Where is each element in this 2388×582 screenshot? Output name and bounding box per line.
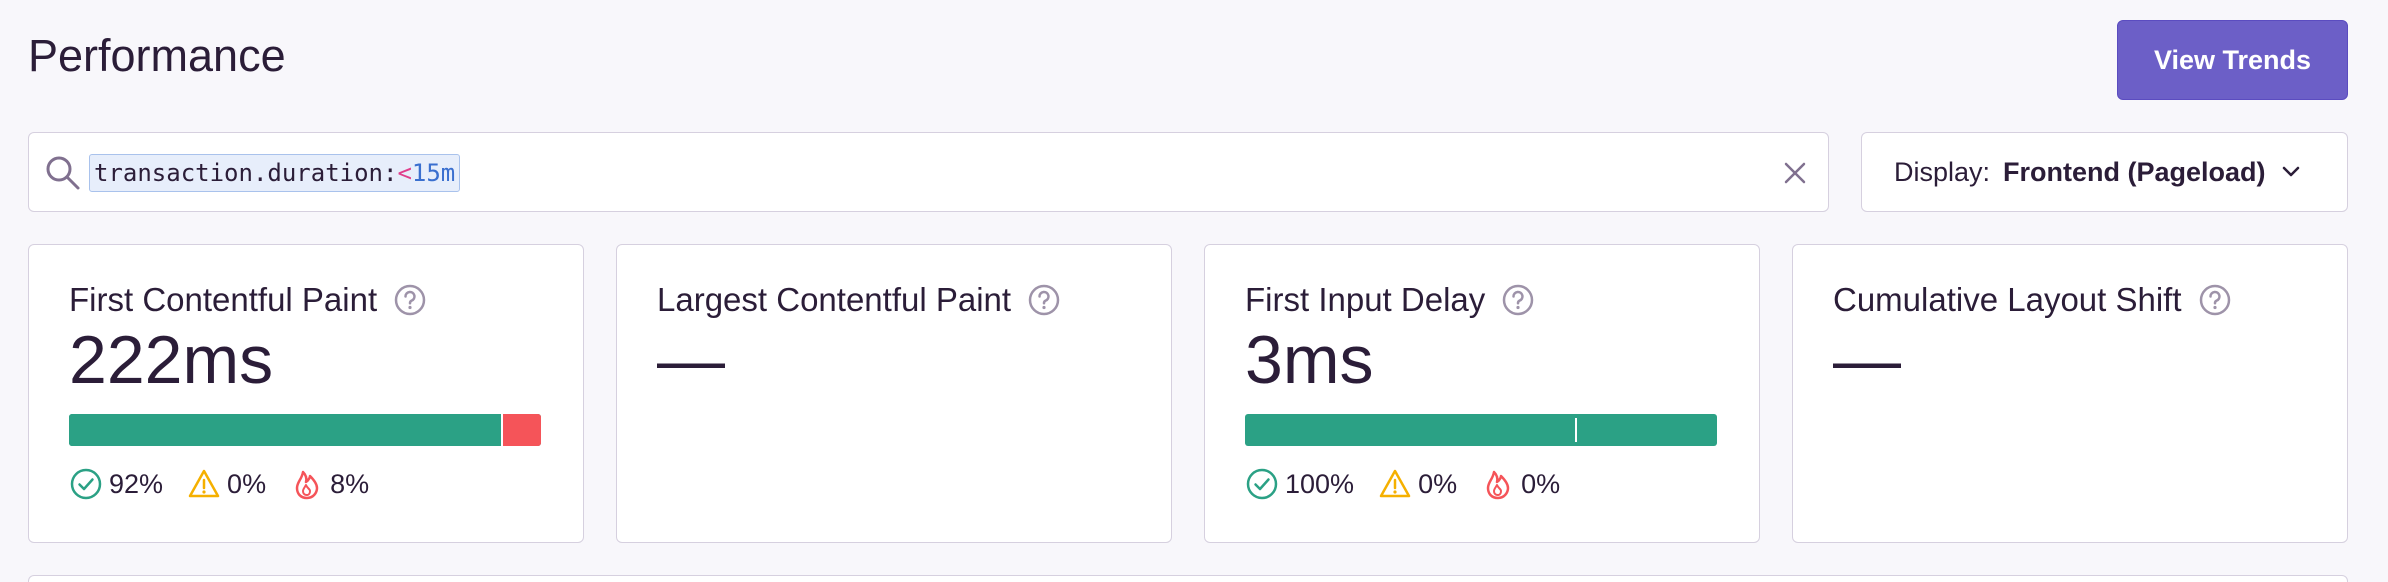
- next-panel: [28, 575, 2348, 582]
- fire-icon: [1486, 470, 1510, 500]
- distribution-bar: [1245, 414, 1717, 446]
- bar-segment-poor: [503, 414, 541, 446]
- stat-meh-value: 0%: [227, 468, 267, 499]
- question-icon[interactable]: [2198, 283, 2232, 317]
- question-icon[interactable]: [393, 283, 427, 317]
- stat-poor: 8%: [290, 467, 369, 501]
- chevron-down-icon: [2282, 166, 2299, 177]
- card-value: —: [1833, 322, 1901, 398]
- search-token-key: transaction.duration:: [94, 159, 398, 187]
- distribution-bar: [69, 414, 541, 446]
- search-bar[interactable]: transaction.duration:<15m: [28, 132, 1829, 212]
- card-title: Largest Contentful Paint: [657, 281, 1012, 318]
- stat-good-value: 100%: [1285, 468, 1355, 499]
- warning-icon: [1379, 469, 1411, 498]
- card-title: First Contentful Paint: [69, 281, 378, 318]
- warning-icon: [188, 469, 220, 498]
- metric-card-lcp[interactable]: Largest Contentful Paint —: [616, 244, 1172, 543]
- fire-icon: [295, 470, 319, 500]
- stat-good: 100%: [1245, 467, 1354, 501]
- search-icon: [46, 156, 80, 190]
- search-token-operator: <: [397, 159, 412, 187]
- close-icon[interactable]: [1780, 158, 1810, 188]
- stat-poor: 0%: [1481, 467, 1560, 501]
- card-title: Cumulative Layout Shift: [1833, 281, 2182, 318]
- stat-poor-value: 0%: [1521, 468, 1561, 499]
- view-trends-button[interactable]: View Trends: [2117, 20, 2348, 100]
- card-value: 222ms: [69, 322, 274, 398]
- question-icon[interactable]: [1501, 283, 1535, 317]
- stat-meh: 0%: [187, 467, 266, 501]
- display-dropdown[interactable]: Display: Frontend (Pageload): [1861, 132, 2348, 212]
- stat-poor-value: 8%: [330, 468, 370, 499]
- page-title: Performance: [28, 30, 286, 81]
- search-token-value: 15m: [411, 159, 456, 187]
- stat-good: 92%: [69, 467, 163, 501]
- stat-meh: 0%: [1378, 467, 1457, 501]
- stat-good-value: 92%: [109, 468, 164, 499]
- card-title: First Input Delay: [1245, 281, 1486, 318]
- metric-card-cls[interactable]: Cumulative Layout Shift —: [1792, 244, 2348, 543]
- metric-card-fcp[interactable]: First Contentful Paint 222ms 92% 0% 8%: [28, 244, 584, 543]
- card-value: —: [657, 322, 725, 398]
- display-value: Frontend (Pageload): [2003, 156, 2266, 187]
- check-circle-icon: [1246, 468, 1278, 500]
- question-icon[interactable]: [1027, 283, 1061, 317]
- check-circle-icon: [70, 468, 102, 500]
- stat-meh-value: 0%: [1418, 468, 1458, 499]
- search-token[interactable]: transaction.duration:<15m: [89, 154, 461, 192]
- bar-segment-good: [69, 414, 502, 446]
- display-label: Display:: [1894, 156, 1991, 187]
- stats-row: 100% 0% 0%: [1245, 467, 1584, 501]
- stats-row: 92% 0% 8%: [69, 467, 393, 501]
- bar-segment-good: [1245, 414, 1717, 446]
- card-value: 3ms: [1245, 322, 1374, 398]
- bar-marker: [1575, 418, 1578, 442]
- metric-card-fid[interactable]: First Input Delay 3ms 100% 0% 0%: [1204, 244, 1760, 543]
